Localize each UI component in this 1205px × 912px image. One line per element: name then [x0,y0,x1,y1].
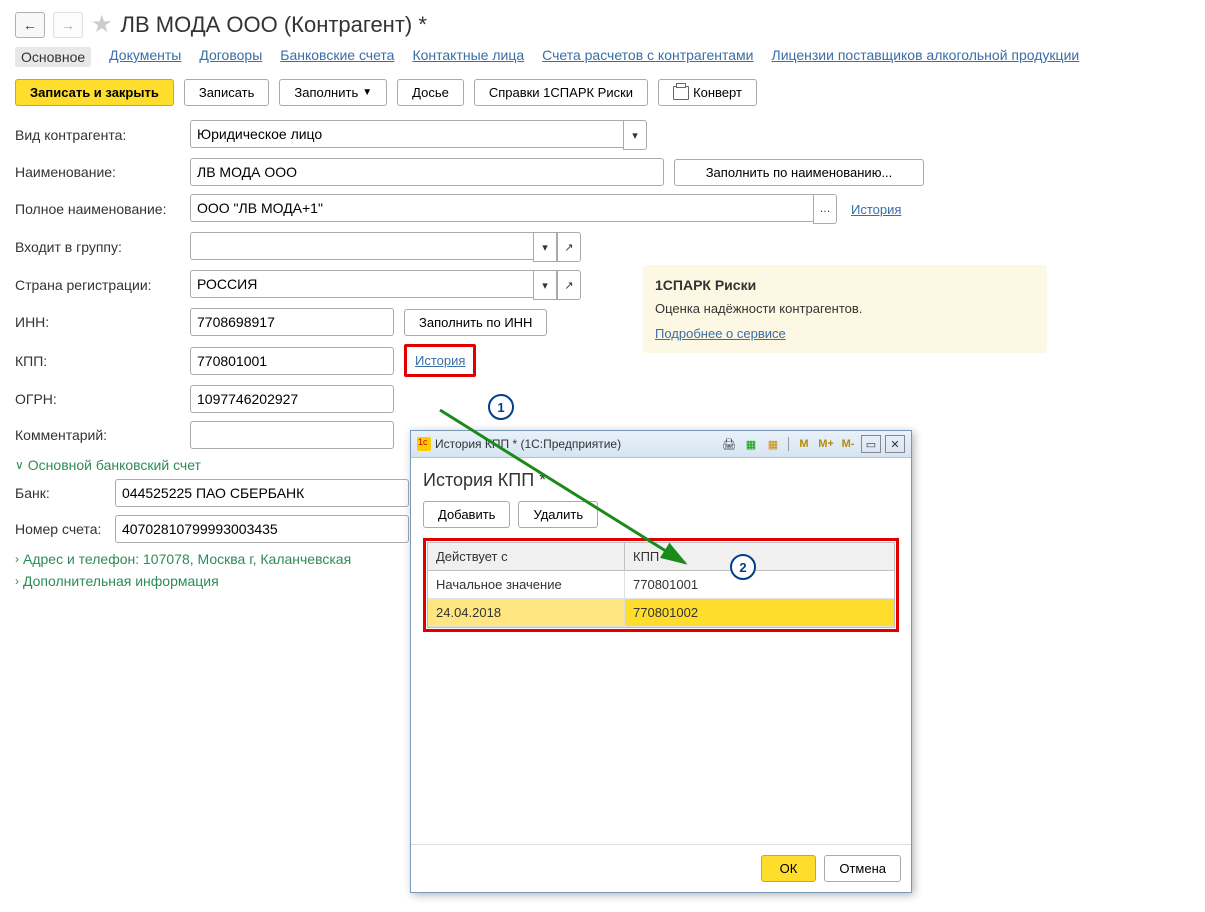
group-label: Входит в группу: [15,239,190,255]
tab-main[interactable]: Основное [15,47,91,67]
app-1c-icon [417,437,431,451]
fullname-history-link[interactable]: История [851,202,901,217]
dialog-m-button[interactable]: M [795,436,813,452]
spark-more-link[interactable]: Подробнее о сервисе [655,326,786,341]
table-row-selected[interactable]: 24.04.2018 770801002 [428,599,894,627]
tab-contracts[interactable]: Договоры [199,47,262,67]
dialog-print-icon[interactable]: 🖨 [720,436,738,452]
tab-alcohol-licenses[interactable]: Лицензии поставщиков алкогольной продукц… [772,47,1080,67]
inn-input[interactable] [190,308,394,336]
bank-label: Банк: [15,485,115,501]
kpp-input[interactable] [190,347,394,375]
chevron-down-icon: ▼ [362,87,372,98]
print-icon [673,86,689,100]
favorite-star-icon[interactable]: ★ [91,10,113,39]
fullname-label: Полное наименование: [15,201,190,217]
spark-info-box: 1СПАРК Риски Оценка надёжности контраген… [643,265,1047,353]
bank-input[interactable] [115,479,409,507]
spark-text: Оценка надёжности контрагентов. [655,301,1035,316]
name-label: Наименование: [15,164,190,180]
dialog-cancel-button[interactable]: Отмена [824,855,901,882]
tab-settlement-accounts[interactable]: Счета расчетов с контрагентами [542,47,753,67]
country-dropdown-button[interactable]: ▾ [533,270,557,300]
inn-label: ИНН: [15,314,190,330]
dialog-close-button[interactable]: ✕ [885,435,905,453]
tab-bank-accounts[interactable]: Банковские счета [280,47,394,67]
comment-label: Комментарий: [15,427,190,443]
col-kpp-header[interactable]: КПП [625,543,894,570]
type-dropdown-button[interactable]: ▾ [623,120,647,150]
kpp-history-highlight: История [404,344,476,377]
chevron-down-icon: ∨ [15,458,24,472]
tab-contacts[interactable]: Контактные лица [412,47,524,67]
fullname-more-button[interactable]: … [813,194,837,224]
address-section-label: Адрес и телефон: 107078, Москва г, Калан… [23,551,351,567]
save-button[interactable]: Записать [184,79,270,106]
separator [788,437,789,451]
spark-button[interactable]: Справки 1СПАРК Риски [474,79,648,106]
tab-documents[interactable]: Документы [109,47,181,67]
dialog-title-text: История КПП * (1С:Предприятие) [435,437,621,451]
dossier-button[interactable]: Досье [397,79,464,106]
account-label: Номер счета: [15,521,115,537]
nav-forward-button[interactable]: → [53,12,83,38]
dialog-delete-button[interactable]: Удалить [518,501,598,528]
dialog-ok-button[interactable]: ОК [761,855,817,882]
ogrn-input[interactable] [190,385,394,413]
ogrn-label: ОГРН: [15,391,190,407]
type-label: Вид контрагента: [15,127,190,143]
group-dropdown-button[interactable]: ▾ [533,232,557,262]
envelope-label: Конверт [693,85,742,100]
kpp-label: КПП: [15,353,190,369]
save-close-button[interactable]: Записать и закрыть [15,79,174,106]
dialog-table-highlight: Действует с КПП Начальное значение 77080… [423,538,899,632]
fill-button[interactable]: Заполнить ▼ [279,79,387,106]
chevron-right-icon: › [15,552,19,566]
dialog-table-empty-area [423,632,899,832]
dialog-cal1-icon[interactable]: ▦ [742,436,760,452]
table-row[interactable]: Начальное значение 770801001 [428,571,894,599]
fill-button-label: Заполнить [294,85,358,100]
country-input[interactable] [190,270,533,298]
dialog-heading: История КПП * [423,470,899,491]
callout-1: 1 [488,394,514,420]
page-title: ЛВ МОДА ООО (Контрагент) * [121,12,427,38]
spark-title: 1СПАРК Риски [655,277,1035,293]
dialog-titlebar[interactable]: История КПП * (1С:Предприятие) 🖨 ▦ ▦ M M… [411,431,911,458]
group-open-button[interactable]: ↗ [557,232,581,262]
nav-back-button[interactable]: ← [15,12,45,38]
extra-section-label: Дополнительная информация [23,573,219,589]
country-label: Страна регистрации: [15,277,190,293]
kpp-history-table: Действует с КПП Начальное значение 77080… [427,542,895,628]
fullname-input[interactable] [190,194,813,222]
kpp-history-link[interactable]: История [409,349,471,372]
cell-kpp: 770801001 [625,571,894,598]
bank-section-label: Основной банковский счет [28,457,201,473]
dialog-minimize-button[interactable]: ▭ [861,435,881,453]
fill-by-inn-button[interactable]: Заполнить по ИНН [404,309,547,336]
dialog-mminus-button[interactable]: M- [839,436,857,452]
fill-by-name-button[interactable]: Заполнить по наименованию... [674,159,924,186]
dialog-mplus-button[interactable]: M+ [817,436,835,452]
dialog-add-button[interactable]: Добавить [423,501,510,528]
callout-2: 2 [730,554,756,580]
account-input[interactable] [115,515,409,543]
dialog-cal2-icon[interactable]: ▦ [764,436,782,452]
envelope-button[interactable]: Конверт [658,79,757,106]
col-date-header[interactable]: Действует с [428,543,625,570]
country-open-button[interactable]: ↗ [557,270,581,300]
kpp-history-dialog: История КПП * (1С:Предприятие) 🖨 ▦ ▦ M M… [410,430,912,893]
group-input[interactable] [190,232,533,260]
name-input[interactable] [190,158,664,186]
cell-date: Начальное значение [428,571,625,598]
type-input[interactable] [190,120,623,148]
cell-kpp: 770801002 [625,599,894,626]
cell-date: 24.04.2018 [428,599,625,626]
comment-input[interactable] [190,421,394,449]
chevron-right-icon: › [15,574,19,588]
